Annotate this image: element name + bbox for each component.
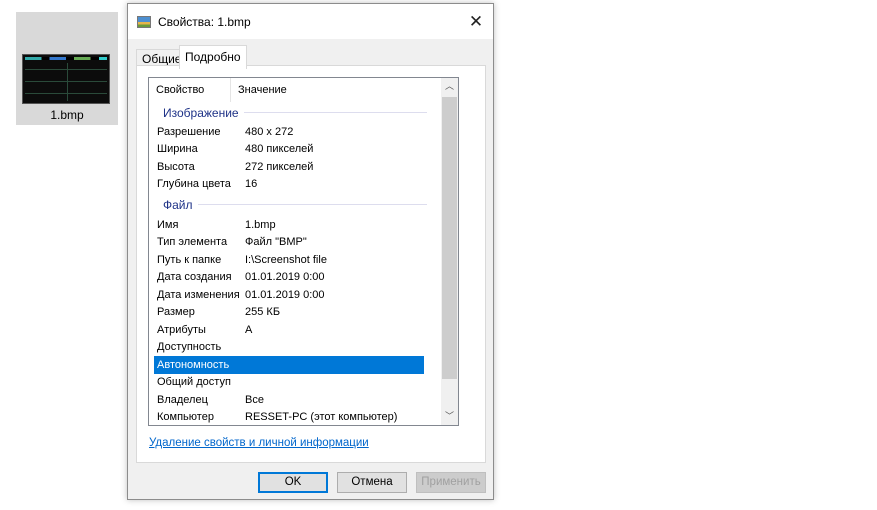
- group-label: Изображение: [163, 105, 239, 120]
- dialog-title: Свойства: 1.bmp: [158, 14, 251, 29]
- remove-properties-link[interactable]: Удаление свойств и личной информации: [149, 437, 369, 449]
- properties-dialog: Свойства: 1.bmp ✕ Общие Подробно Свойств…: [127, 3, 494, 500]
- property-name: Общий доступ: [157, 376, 231, 389]
- property-name: Глубина цвета: [157, 178, 231, 191]
- property-name: Владелец: [157, 393, 208, 406]
- column-header-property[interactable]: Свойство: [149, 78, 231, 102]
- property-row[interactable]: Разрешение 480 x 272: [154, 123, 424, 141]
- property-name: Дата создания: [157, 271, 232, 284]
- property-value: 1.bmp: [245, 218, 276, 231]
- property-list[interactable]: Свойство Значение Изображение Разрешение 4…: [148, 77, 459, 426]
- property-name: Тип элемента: [157, 236, 228, 249]
- property-row[interactable]: Дата изменения 01.01.2019 0:00: [154, 286, 424, 304]
- details-panel: Свойство Значение Изображение Разрешение 4…: [136, 65, 486, 463]
- property-value: 16: [245, 178, 258, 191]
- property-name: Автономность: [157, 358, 230, 371]
- property-name: Имя: [157, 218, 179, 231]
- property-row[interactable]: Владелец Все: [154, 391, 424, 409]
- group-header[interactable]: Изображение: [149, 102, 442, 123]
- image-thumbnail: [22, 54, 110, 104]
- group-label: Файл: [163, 197, 193, 212]
- property-name: Высота: [157, 160, 195, 173]
- property-row[interactable]: Путь к папке I:\Screenshot file: [154, 251, 424, 269]
- property-row[interactable]: Ширина 480 пикселей: [154, 141, 424, 159]
- list-header: Свойство Значение: [149, 78, 443, 102]
- scrollbar-thumb[interactable]: [442, 97, 457, 379]
- property-row[interactable]: Высота 272 пикселей: [154, 158, 424, 176]
- group-header[interactable]: Файл: [149, 193, 442, 216]
- property-row[interactable]: Общий доступ: [154, 374, 424, 392]
- property-value: 01.01.2019 0:00: [245, 288, 325, 301]
- property-name: Ширина: [157, 143, 198, 156]
- desktop-file-1bmp[interactable]: 1.bmp: [16, 12, 118, 125]
- property-name: Доступность: [157, 341, 222, 354]
- apply-button[interactable]: Применить: [416, 472, 486, 493]
- scroll-up-icon[interactable]: ︿: [441, 78, 458, 95]
- property-value: А: [245, 323, 253, 336]
- property-value: 01.01.2019 0:00: [245, 271, 325, 284]
- property-name: Компьютер: [157, 411, 214, 424]
- property-row[interactable]: Имя 1.bmp: [154, 216, 424, 234]
- property-row[interactable]: Доступность: [154, 339, 424, 357]
- column-header-value[interactable]: Значение: [231, 78, 443, 102]
- group-divider: [243, 112, 427, 113]
- property-name: Разрешение: [157, 125, 221, 138]
- group-divider: [197, 204, 427, 205]
- bmp-file-icon: [137, 15, 151, 28]
- property-value: RESSET-PC (этот компьютер): [245, 411, 398, 424]
- property-row[interactable]: Тип элемента Файл "BMP": [154, 234, 424, 252]
- tab-details[interactable]: Подробно: [179, 45, 247, 69]
- scroll-down-icon[interactable]: ﹀: [441, 408, 458, 425]
- property-name: Путь к папке: [157, 253, 222, 266]
- property-name: Атрибуты: [157, 323, 206, 336]
- property-row[interactable]: Атрибуты А: [154, 321, 424, 339]
- file-name: 1.bmp: [50, 108, 84, 122]
- property-row[interactable]: Дата создания 01.01.2019 0:00: [154, 269, 424, 287]
- title-bar: Свойства: 1.bmp ✕: [128, 4, 493, 39]
- ok-button[interactable]: OK: [258, 472, 328, 493]
- property-name: Дата изменения: [157, 288, 240, 301]
- property-value: Все: [245, 393, 264, 406]
- property-row[interactable]: Компьютер RESSET-PC (этот компьютер): [154, 409, 424, 426]
- property-value: 272 пикселей: [245, 160, 314, 173]
- property-row[interactable]: Размер 255 КБ: [154, 304, 424, 322]
- property-value: 480 пикселей: [245, 143, 314, 156]
- property-row[interactable]: Глубина цвета 16: [154, 176, 424, 194]
- property-value: 255 КБ: [245, 306, 281, 319]
- property-value: I:\Screenshot file: [245, 253, 327, 266]
- close-icon[interactable]: ✕: [459, 4, 493, 39]
- property-name: Размер: [157, 306, 195, 319]
- property-value: 480 x 272: [245, 125, 294, 138]
- property-row[interactable]: Автономность: [154, 356, 424, 374]
- property-value: Файл "BMP": [245, 236, 307, 249]
- vertical-scrollbar[interactable]: ︿ ﹀: [441, 78, 458, 425]
- cancel-button[interactable]: Отмена: [337, 472, 407, 493]
